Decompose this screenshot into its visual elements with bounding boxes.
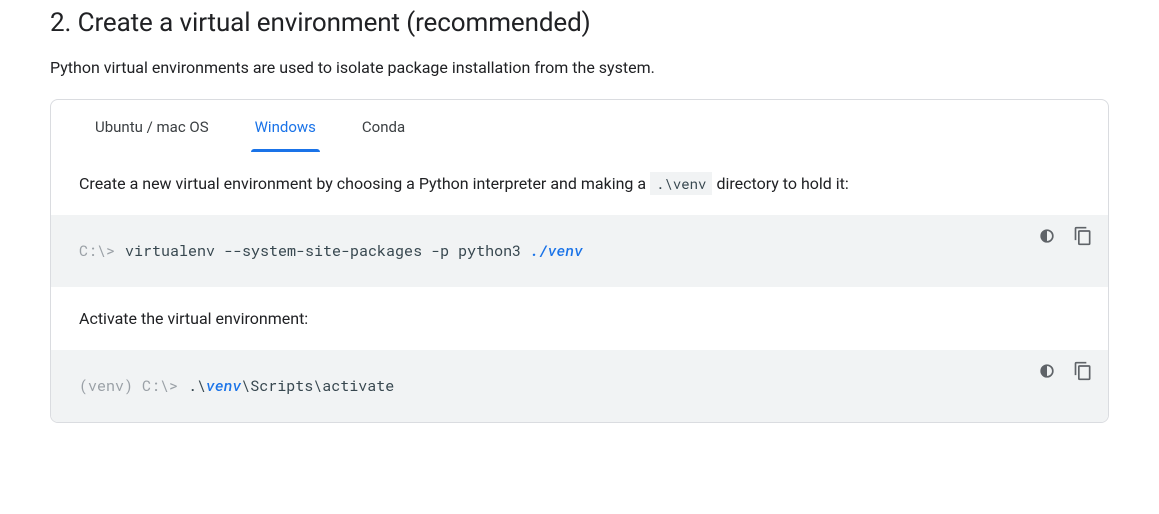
theme-toggle-icon[interactable] [1036, 360, 1058, 382]
tab-windows[interactable]: Windows [239, 100, 332, 152]
copy-icon[interactable] [1072, 360, 1094, 382]
shell-arg: venv [206, 376, 241, 396]
code-actions [1036, 225, 1094, 247]
code-block-create-venv: C:\> virtualenv --system-site-packages -p… [51, 215, 1108, 287]
instructions-card: Ubuntu / mac OS Windows Conda Create a n… [50, 99, 1109, 423]
tab-row: Ubuntu / mac OS Windows Conda [51, 100, 1108, 152]
instruction-paragraph-1: Create a new virtual environment by choo… [51, 152, 1108, 215]
tab-content-windows: Create a new virtual environment by choo… [51, 152, 1108, 422]
theme-toggle-icon[interactable] [1036, 225, 1058, 247]
code-block-activate-venv: (venv) C:\> .\venv\Scripts\activate [51, 350, 1108, 422]
intro-paragraph: Python virtual environments are used to … [50, 58, 1109, 77]
shell-arg: ./venv [530, 241, 583, 261]
para1-suffix: directory to hold it: [712, 174, 848, 193]
shell-command-prefix: .\ [188, 376, 206, 396]
copy-icon[interactable] [1072, 225, 1094, 247]
inline-code-venv-dir: .\venv [650, 172, 712, 195]
code-actions [1036, 360, 1094, 382]
tab-conda[interactable]: Conda [346, 100, 421, 152]
shell-prompt: (venv) C:\> [79, 376, 178, 396]
shell-prompt: C:\> [79, 241, 115, 261]
para1-prefix: Create a new virtual environment by choo… [79, 174, 650, 193]
shell-command-suffix: \Scripts\activate [241, 376, 394, 396]
shell-command: virtualenv --system-site-packages -p pyt… [125, 241, 530, 261]
tab-ubuntu-mac[interactable]: Ubuntu / mac OS [79, 100, 225, 152]
section-heading: 2. Create a virtual environment (recomme… [50, 8, 1109, 38]
instruction-paragraph-2: Activate the virtual environment: [51, 287, 1108, 350]
